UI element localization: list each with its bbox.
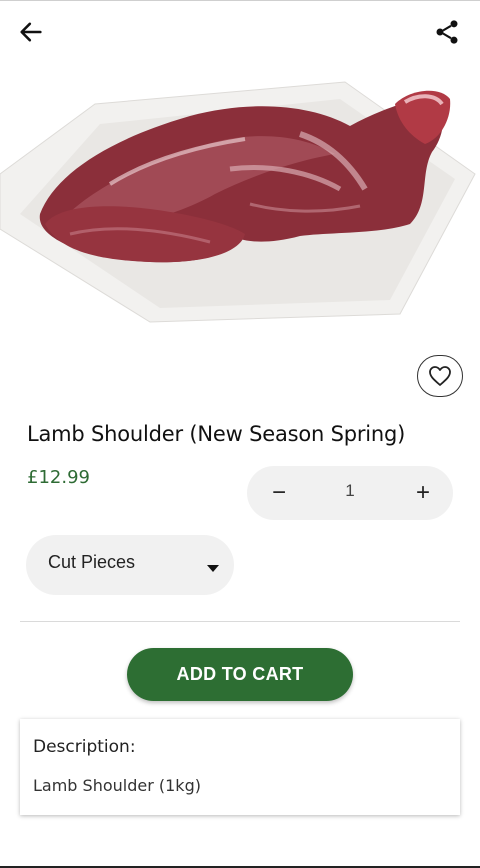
quantity-decrement-button[interactable]: − [262,476,296,510]
favorite-button[interactable] [417,355,463,397]
quantity-value: 1 [345,481,355,500]
quantity-increment-button[interactable]: + [406,476,440,510]
description-text: Lamb Shoulder (1kg) [33,776,201,795]
description-card [20,719,460,815]
arrow-left-icon [20,22,42,42]
product-image [0,64,480,334]
add-to-cart-button[interactable]: ADD TO CART [127,648,353,701]
share-icon [436,20,458,44]
share-button[interactable] [427,12,467,52]
cut-option-selected: Cut Pieces [48,552,136,572]
back-button[interactable] [11,12,51,52]
divider [20,621,460,622]
product-price: £12.99 [27,467,90,488]
caret-down-icon [206,560,220,578]
heart-outline-icon [429,366,451,386]
app-bar [0,0,480,64]
product-title: Lamb Shoulder (New Season Spring) [27,422,406,446]
description-title: Description: [33,737,136,757]
